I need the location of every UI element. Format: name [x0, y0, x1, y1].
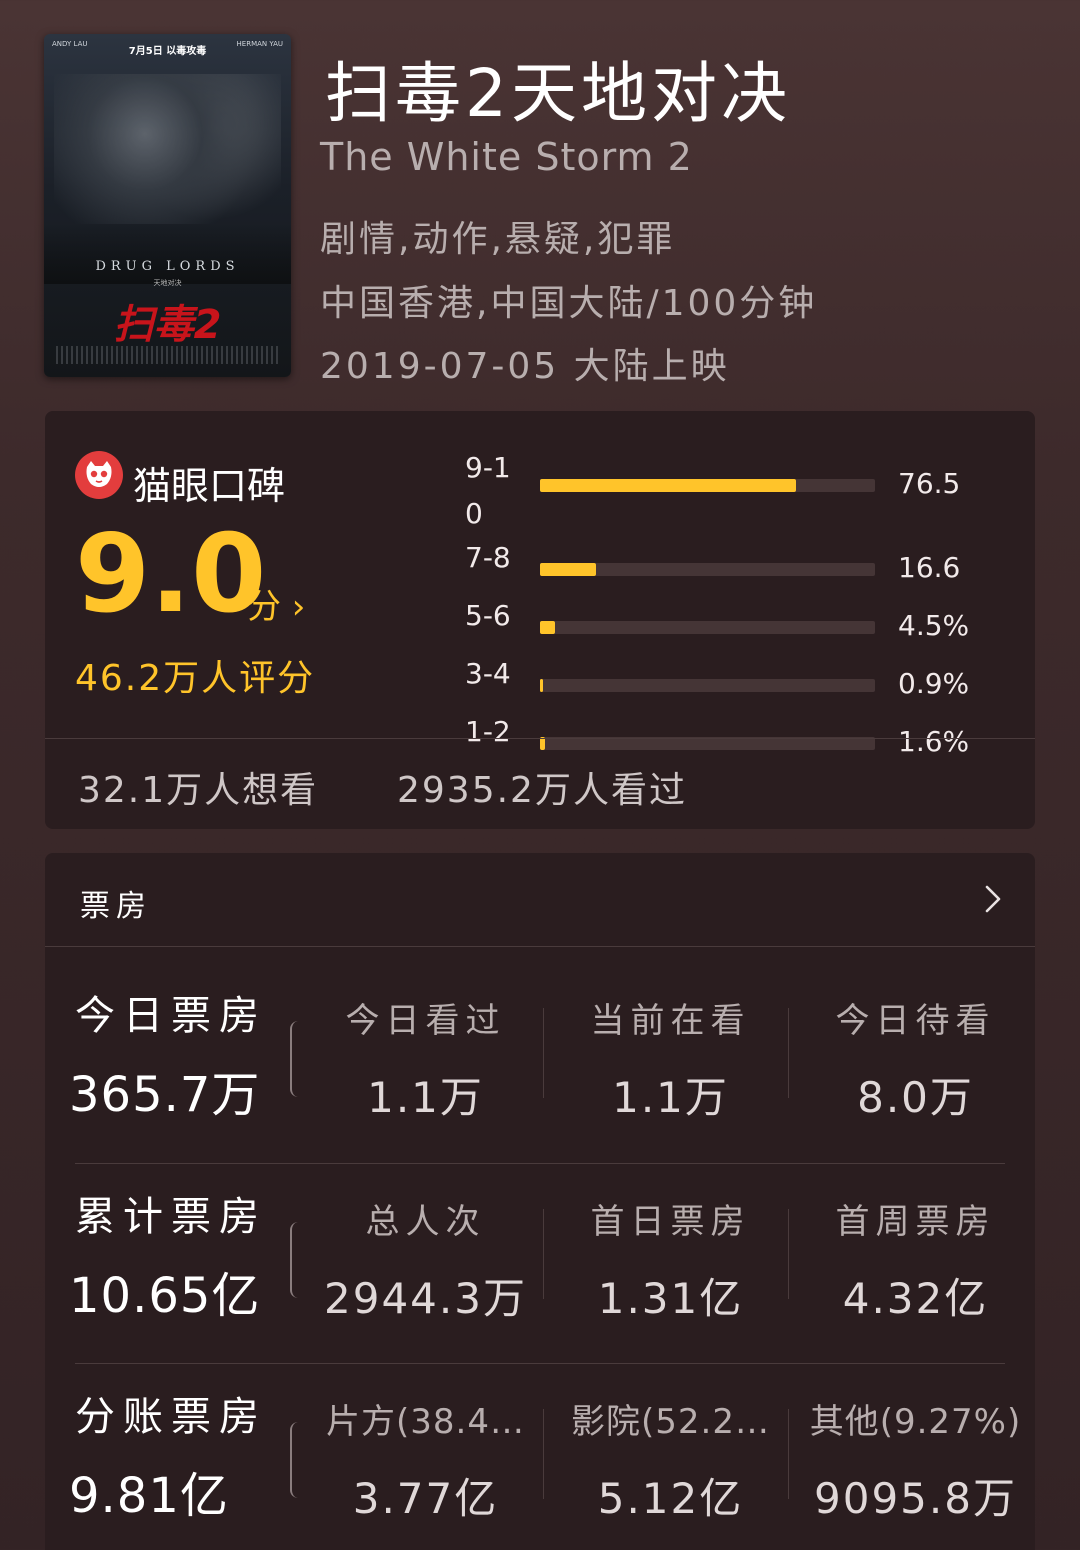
poster-logo: 扫毒2: [113, 302, 222, 348]
column-divider: [543, 1008, 544, 1098]
bo-stat-label: 首日票房: [590, 1202, 751, 1242]
column-divider: [788, 1008, 789, 1098]
brace-divider: [290, 1222, 300, 1298]
movie-title: 扫毒2天地对决: [325, 55, 791, 132]
poster-date-tag: 7月5日 以毒攻毒: [128, 46, 207, 57]
movie-poster[interactable]: ANDY LAU HERMAN YAU 7月5日 以毒攻毒 DRUG LORDS…: [44, 34, 291, 377]
movie-english-title: The White Storm 2: [320, 135, 693, 179]
brace-divider: [290, 1021, 300, 1097]
bo-stat: 影院(52.2… 5.12亿: [548, 1394, 793, 1526]
bo-stat-label: 其他(9.27%): [809, 1402, 1022, 1442]
poster-cast-image: [54, 74, 281, 224]
bo-stat-label: 今日看过: [345, 1001, 506, 1041]
rating-dist-track: [540, 679, 875, 692]
column-divider: [543, 1409, 544, 1499]
poster-credit-block: [56, 346, 279, 364]
bo-row-label: 累计票房: [75, 1194, 267, 1240]
bo-row-label: 今日票房: [75, 993, 267, 1039]
bo-stat-value: 3.77亿: [352, 1474, 499, 1523]
bo-stat-label: 当前在看: [590, 1001, 751, 1041]
box-office-header[interactable]: 票房: [45, 853, 1035, 947]
box-office-title: 票房: [80, 889, 152, 924]
poster-city-image: [44, 224, 291, 284]
rating-dist-row: 5-6 4.5%: [465, 599, 1005, 642]
bo-stat-value: 4.32亿: [842, 1274, 989, 1323]
rating-dist-fill: [540, 679, 543, 692]
rating-dist-percent: 1.6%: [898, 725, 970, 758]
bo-stat: 首周票房 4.32亿: [793, 1194, 1038, 1326]
maoyan-cat-icon: [75, 451, 123, 499]
chevron-right-icon[interactable]: [977, 881, 1007, 917]
box-office-row-split: 分账票房 9.81亿 片方(38.4… 3.77亿 影院(52.2… 5.12亿…: [69, 1363, 1020, 1550]
rating-dist-row: 7-8 16.6: [465, 541, 1005, 584]
bo-stat-value: 9095.8万: [814, 1474, 1017, 1523]
bo-row-label: 分账票房: [75, 1394, 267, 1440]
rating-dist-fill: [540, 563, 596, 576]
bo-row-value: 9.81亿: [69, 1468, 229, 1524]
want-to-see-count: 32.1万人想看: [78, 770, 319, 811]
bo-stat-label: 片方(38.4…: [326, 1402, 525, 1442]
bo-stat-value: 1.1万: [367, 1073, 484, 1122]
poster-drug-lords: DRUG LORDS: [95, 259, 240, 274]
rating-dist-label: 5-6: [465, 599, 511, 632]
bo-row-value: 10.65亿: [69, 1268, 261, 1324]
bo-stat: 首日票房 1.31亿: [548, 1194, 793, 1326]
rating-dist-row: 3-4 0.9%: [465, 657, 1005, 700]
bo-stat-value: 1.31亿: [597, 1274, 744, 1323]
movie-genres: 剧情,动作,悬疑,犯罪: [320, 219, 676, 260]
rating-dist-fill: [540, 621, 556, 634]
bo-stat: 今日待看 8.0万: [793, 993, 1038, 1125]
rating-score[interactable]: 9.0: [75, 521, 266, 629]
rating-dist-track: [540, 479, 875, 492]
box-office-row-cumulative: 累计票房 10.65亿 总人次 2944.3万 首日票房 1.31亿 首周票房 …: [69, 1163, 1005, 1363]
bo-stat: 其他(9.27%) 9095.8万: [793, 1394, 1038, 1526]
bo-stat: 今日看过 1.1万: [303, 993, 548, 1125]
movie-release-date: 2019-07-05 大陆上映: [320, 346, 730, 387]
rating-dist-percent: 0.9%: [898, 667, 970, 700]
bo-stat: 片方(38.4… 3.77亿: [303, 1394, 548, 1526]
rater-count: 46.2万人评分: [75, 658, 316, 699]
bo-stat: 当前在看 1.1万: [548, 993, 793, 1125]
rating-score-link[interactable]: 分 ›: [247, 579, 305, 628]
bo-row-value: 365.7万: [69, 1067, 261, 1123]
poster-subtitle: 天地对决: [153, 279, 182, 287]
box-office-card: 票房 今日票房 365.7万 今日看过 1.1万 当前在看 1.1万 今日待看 …: [45, 853, 1035, 1550]
have-seen-count: 2935.2万人看过: [397, 770, 687, 811]
rating-dist-label: 1-2: [465, 715, 511, 748]
movie-region-duration: 中国香港,中国大陆/100分钟: [320, 283, 818, 324]
box-office-row-today: 今日票房 365.7万 今日看过 1.1万 当前在看 1.1万 今日待看 8.0…: [69, 963, 1005, 1163]
rating-dist-track: [540, 563, 875, 576]
rating-dist-percent: 76.5: [898, 467, 961, 500]
rating-dist-label: 9-10: [465, 451, 511, 530]
column-divider: [788, 1209, 789, 1299]
column-divider: [788, 1409, 789, 1499]
bo-stat-value: 2944.3万: [324, 1274, 527, 1323]
rating-dist-label: 3-4: [465, 657, 511, 690]
bo-stat-label: 首周票房: [835, 1202, 996, 1242]
rating-dist-track: [540, 621, 875, 634]
bo-stat-value: 1.1万: [612, 1073, 729, 1122]
rating-dist-row: 1-2 1.6%: [465, 715, 1005, 758]
rating-dist-percent: 4.5%: [898, 609, 970, 642]
bo-stat-label: 今日待看: [835, 1001, 996, 1041]
bo-stat-label: 总人次: [365, 1202, 486, 1242]
rating-divider: [45, 738, 1035, 739]
rating-dist-row: 9-10 76.5: [465, 451, 1005, 530]
rating-dist-percent: 16.6: [898, 551, 961, 584]
bo-stat-label: 影院(52.2…: [571, 1402, 770, 1442]
bo-stat-value: 5.12亿: [597, 1474, 744, 1523]
bo-stat-value: 8.0万: [857, 1073, 974, 1122]
brace-divider: [290, 1422, 300, 1498]
maoyan-wom-label: 猫眼口碑: [133, 464, 286, 508]
rating-dist-fill: [540, 479, 797, 492]
bo-stat: 总人次 2944.3万: [303, 1194, 548, 1326]
rating-dist-label: 7-8: [465, 541, 511, 574]
rating-card: 猫眼口碑 9.0 分 › 46.2万人评分 9-10 76.5 7-8 16.6…: [45, 411, 1035, 829]
column-divider: [543, 1209, 544, 1299]
